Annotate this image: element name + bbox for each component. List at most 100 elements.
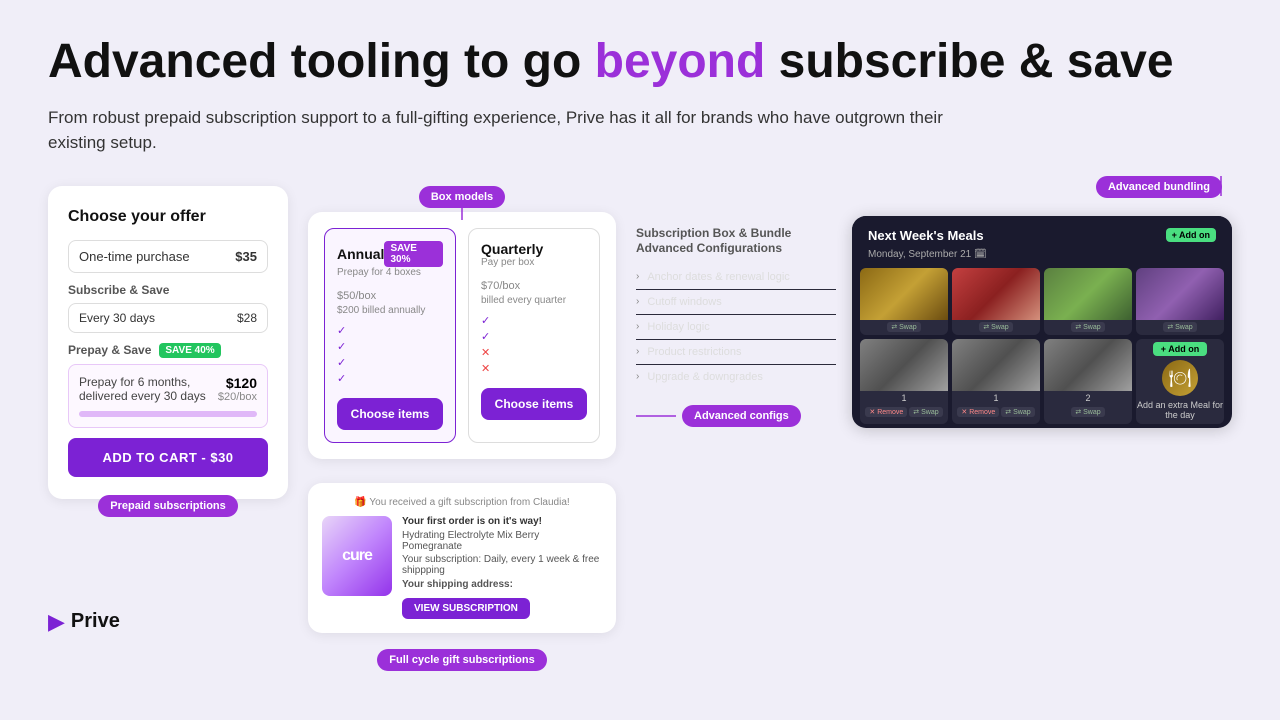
gift-card: 🎁 You received a gift subscription from … <box>308 483 616 633</box>
meals-row-2: 1 ✕ Remove ⇄ Swap 1 ✕ Remove ⇄ Swap <box>852 339 1232 428</box>
chevron-icon-4: › <box>636 346 639 357</box>
prepay-save-badge: SAVE 40% <box>159 343 220 358</box>
meal-card-bottom-1: ⇄ Swap <box>860 320 948 335</box>
one-time-purchase-row[interactable]: One-time purchase $35 <box>68 240 268 273</box>
chevron-icon-5: › <box>636 371 639 382</box>
annual-price-value: $50 <box>337 290 355 302</box>
prepay-price: $120 <box>218 375 257 391</box>
prepay-per-box: $20/box <box>218 391 257 403</box>
box-models-line <box>461 206 463 220</box>
quarterly-choose-items-btn[interactable]: Choose items <box>481 388 587 420</box>
dark-panel-header: Next Week's Meals + Add on Monday, Septe… <box>852 216 1232 268</box>
swap-btn-1[interactable]: ⇄ Swap <box>887 322 920 332</box>
swap-btn-4[interactable]: ⇄ Swap <box>1163 322 1196 332</box>
annual-save-badge: SAVE 30% <box>384 241 443 267</box>
prepaid-tooltip-wrapper: Prepaid subscriptions <box>167 495 169 513</box>
quarterly-feature-2 <box>481 330 587 343</box>
annual-choose-items-btn[interactable]: Choose items <box>337 398 443 430</box>
add-extra-meal-btn[interactable]: + Add on <box>1153 342 1207 356</box>
offer-card-title: Choose your offer <box>68 208 268 226</box>
config-list-wrapper: Subscription Box & Bundle Advanced Confi… <box>636 216 836 428</box>
meal-card-7: 2 ⇄ Swap <box>1044 339 1132 424</box>
config-item-upgrade[interactable]: › Upgrade & downgrades <box>636 365 836 389</box>
subscribe-save-label: Subscribe & Save <box>68 283 268 297</box>
quarterly-feature-3 <box>481 346 587 359</box>
add-meal-label: Add an extra Meal for the day <box>1136 400 1224 420</box>
meal-card-3: ⇄ Swap <box>1044 268 1132 335</box>
prepaid-subscriptions-tooltip: Prepaid subscriptions <box>98 495 238 517</box>
prepay-label-text: Prepay & Save <box>68 343 151 357</box>
logo: ▶ Prive <box>48 609 120 635</box>
frequency-row[interactable]: Every 30 days $28 <box>68 303 268 333</box>
chevron-icon-1: › <box>636 271 639 282</box>
annual-feature-1 <box>337 324 443 337</box>
remove-btn-5[interactable]: ✕ Remove <box>865 407 907 417</box>
main-title: Advanced tooling to go beyond subscribe … <box>48 36 1232 89</box>
config-item-1-label: Anchor dates & renewal logic <box>647 271 789 283</box>
quarterly-per: /box <box>499 280 520 292</box>
box-models-tooltip: Box models <box>419 186 505 208</box>
content-row: Choose your offer One-time purchase $35 … <box>48 186 1232 633</box>
swap-btn-3[interactable]: ⇄ Swap <box>1071 322 1104 332</box>
quarterly-option[interactable]: Quarterly Pay per box $70/box billed eve… <box>468 228 600 443</box>
swap-btn-6[interactable]: ⇄ Swap <box>1001 407 1034 417</box>
config-items-list: › Anchor dates & renewal logic › Cutoff … <box>636 265 836 389</box>
swap-btn-7[interactable]: ⇄ Swap <box>1071 407 1104 417</box>
swap-btn-2[interactable]: ⇄ Swap <box>979 322 1012 332</box>
box-models-card: Annual SAVE 30% Prepay for 4 boxes $50/b… <box>308 212 616 459</box>
config-item-cutoff[interactable]: › Cutoff windows <box>636 290 836 315</box>
one-time-label: One-time purchase <box>79 249 190 264</box>
gift-header: 🎁 You received a gift subscription from … <box>322 497 602 508</box>
meal-image-2 <box>952 268 1040 320</box>
add-to-cart-button[interactable]: ADD TO CART - $30 <box>68 438 268 477</box>
advanced-bundling-tooltip-wrapper: Advanced bundling <box>1220 176 1222 196</box>
meal-card-bottom-6: ✕ Remove ⇄ Swap <box>952 405 1040 420</box>
prepay-save-label: Prepay & Save SAVE 40% <box>68 343 268 358</box>
quarterly-plan-name: Quarterly <box>481 241 587 257</box>
meal-card-4: ⇄ Swap <box>1136 268 1224 335</box>
meal-card-1: ⇄ Swap <box>860 268 948 335</box>
prepay-description: Prepay for 6 months, delivered every 30 … <box>79 375 218 403</box>
pricing-options: Annual SAVE 30% Prepay for 4 boxes $50/b… <box>324 228 600 443</box>
config-item-holiday[interactable]: › Holiday logic <box>636 315 836 340</box>
meal-num-6: 1 <box>952 391 1040 405</box>
config-item-anchor[interactable]: › Anchor dates & renewal logic <box>636 265 836 290</box>
meal-image-4 <box>1136 268 1224 320</box>
meal-card-bottom-7: ⇄ Swap <box>1044 405 1132 420</box>
meals-row-1: ⇄ Swap ⇄ Swap ⇄ Swap <box>852 268 1232 339</box>
prepay-box[interactable]: Prepay for 6 months, delivered every 30 … <box>68 364 268 428</box>
meal-card-bottom-4: ⇄ Swap <box>1136 320 1224 335</box>
right-content: Subscription Box & Bundle Advanced Confi… <box>636 216 1232 428</box>
panel-title: Next Week's Meals <box>868 228 984 243</box>
quarterly-price: $70/box <box>481 272 587 295</box>
subtitle: From robust prepaid subscription support… <box>48 105 948 156</box>
dark-panel: Next Week's Meals + Add on Monday, Septe… <box>852 216 1232 428</box>
config-item-product[interactable]: › Product restrictions <box>636 340 836 365</box>
gift-product-image: cure <box>322 516 392 596</box>
quarterly-price-value: $70 <box>481 280 499 292</box>
view-subscription-btn[interactable]: VIEW SUBSCRIPTION <box>402 598 530 619</box>
annual-features <box>337 324 443 385</box>
meal-card-bottom-5: ✕ Remove ⇄ Swap <box>860 405 948 420</box>
advanced-configs-line-h <box>636 415 676 417</box>
meal-card-bottom-3: ⇄ Swap <box>1044 320 1132 335</box>
meal-card-2: ⇄ Swap <box>952 268 1040 335</box>
advanced-configs-tooltip: Advanced configs <box>682 405 801 427</box>
meal-image-1 <box>860 268 948 320</box>
swap-btn-5[interactable]: ⇄ Swap <box>909 407 942 417</box>
meal-card-5: 1 ✕ Remove ⇄ Swap <box>860 339 948 424</box>
annual-plan-name: Annual <box>337 246 384 262</box>
quarterly-plan-sub: Pay per box <box>481 257 587 268</box>
annual-option[interactable]: Annual SAVE 30% Prepay for 4 boxes $50/b… <box>324 228 456 443</box>
meal-image-5 <box>860 339 948 391</box>
quarterly-features <box>481 314 587 375</box>
gift-subscriptions-tooltip: Full cycle gift subscriptions <box>377 649 546 671</box>
one-time-price: $35 <box>235 249 257 264</box>
add-on-button-top[interactable]: + Add on <box>1166 228 1216 242</box>
remove-btn-6[interactable]: ✕ Remove <box>957 407 999 417</box>
annual-plan-sub: Prepay for 4 boxes <box>337 267 443 278</box>
config-panel-title: Subscription Box & Bundle Advanced Confi… <box>636 226 836 257</box>
gift-product-name: Hydrating Electrolyte Mix Berry Pomegran… <box>402 530 602 552</box>
annual-feature-2 <box>337 340 443 353</box>
add-meal-card[interactable]: + Add on 🍽 Add an extra Meal for the day <box>1136 339 1224 424</box>
